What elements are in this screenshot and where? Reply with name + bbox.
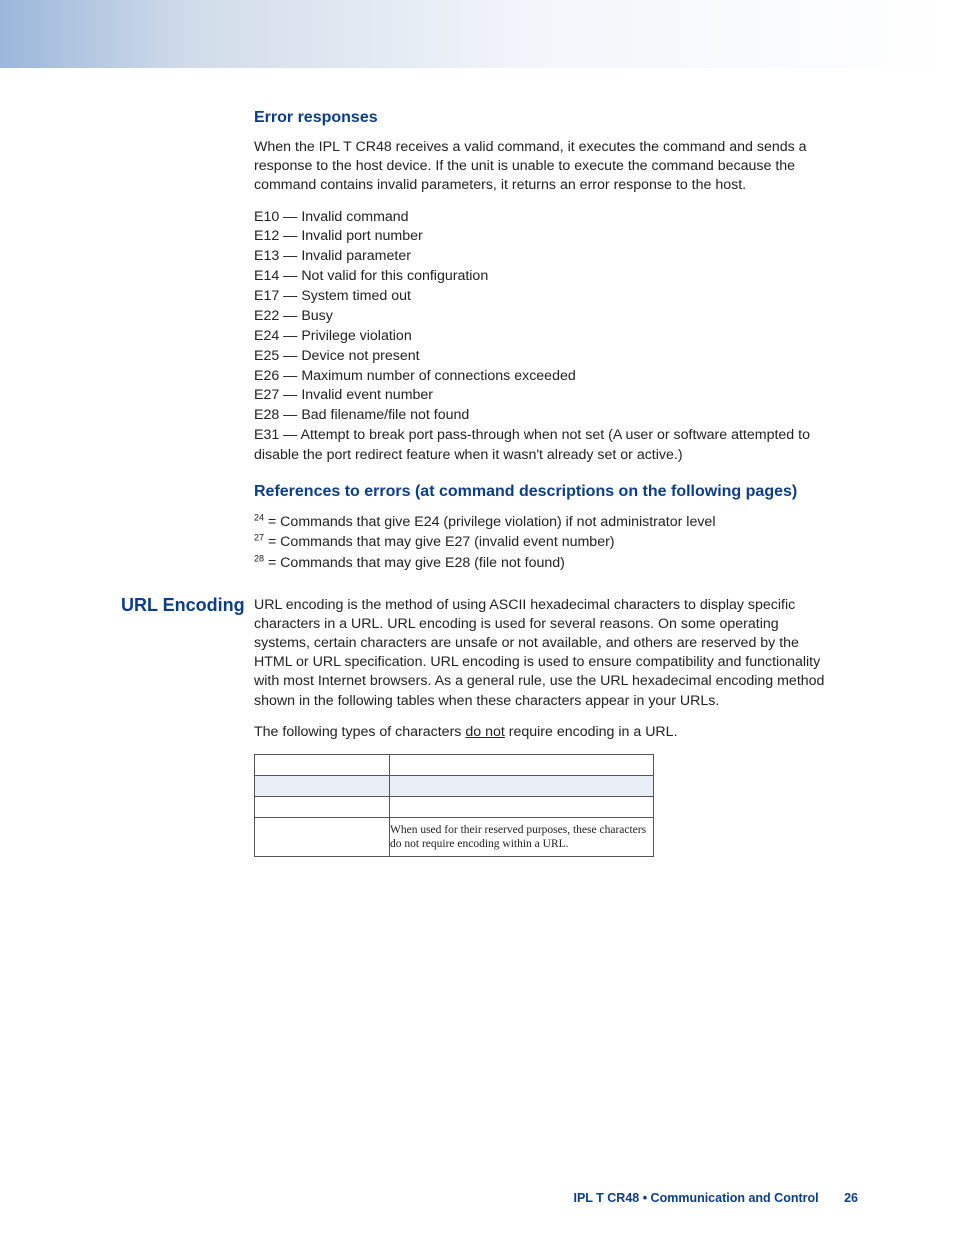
table-cell xyxy=(255,775,390,796)
table-cell xyxy=(255,817,390,856)
table-cell xyxy=(390,775,654,796)
error-item: E31 — Attempt to break port pass-through… xyxy=(254,426,836,466)
heading-error-responses: Error responses xyxy=(254,108,836,128)
page: Error responses When the IPL T CR48 rece… xyxy=(0,0,954,1235)
para-error-intro: When the IPL T CR48 receives a valid com… xyxy=(254,138,836,196)
error-item: E28 — Bad filename/file not found xyxy=(254,406,836,426)
footer-text: IPL T CR48 • Communication and Control xyxy=(573,1191,818,1205)
reference-sup: 28 xyxy=(254,553,264,563)
page-number: 26 xyxy=(844,1191,858,1205)
error-item: E26 — Maximum number of connections exce… xyxy=(254,367,836,387)
error-item: E12 — Invalid port number xyxy=(254,227,836,247)
table-cell xyxy=(255,796,390,817)
reference-sup: 27 xyxy=(254,533,264,543)
url-note-underline: do not xyxy=(465,724,504,740)
url-note-post: require encoding in a URL. xyxy=(505,724,678,740)
table-cell xyxy=(390,754,654,775)
para-url-intro: URL encoding is the method of using ASCI… xyxy=(254,596,836,711)
reference-item: 24 = Commands that give E24 (privilege v… xyxy=(254,512,836,533)
encoding-table: When used for their reserved purposes, t… xyxy=(254,754,654,857)
error-item: E25 — Device not present xyxy=(254,347,836,367)
table-cell xyxy=(255,754,390,775)
header-gradient-bar xyxy=(0,0,954,68)
table-cell xyxy=(390,796,654,817)
table-row xyxy=(255,796,654,817)
table-row xyxy=(255,775,654,796)
error-item: E24 — Privilege violation xyxy=(254,327,836,347)
reference-item: 28 = Commands that may give E28 (file no… xyxy=(254,553,836,574)
reference-text: = Commands that may give E27 (invalid ev… xyxy=(264,534,615,550)
url-note-pre: The following types of characters xyxy=(254,724,465,740)
reference-text: = Commands that may give E28 (file not f… xyxy=(264,555,565,571)
error-item: E17 — System timed out xyxy=(254,287,836,307)
footer: IPL T CR48 • Communication and Control 2… xyxy=(573,1191,858,1205)
heading-references: References to errors (at command descrip… xyxy=(254,482,836,502)
content-column: Error responses When the IPL T CR48 rece… xyxy=(254,108,836,857)
reference-item: 27 = Commands that may give E27 (invalid… xyxy=(254,532,836,553)
references-list: 24 = Commands that give E24 (privilege v… xyxy=(254,512,836,574)
table-row: When used for their reserved purposes, t… xyxy=(255,817,654,856)
table-row xyxy=(255,754,654,775)
error-item: E10 — Invalid command xyxy=(254,208,836,228)
url-encoding-section: URL encoding is the method of using ASCI… xyxy=(254,596,836,857)
heading-url-encoding: URL Encoding xyxy=(121,595,245,616)
para-url-note: The following types of characters do not… xyxy=(254,723,836,742)
table-note-cell: When used for their reserved purposes, t… xyxy=(390,817,654,856)
reference-sup: 24 xyxy=(254,512,264,522)
reference-text: = Commands that give E24 (privilege viol… xyxy=(264,514,715,530)
error-list: E10 — Invalid command E12 — Invalid port… xyxy=(254,208,836,466)
error-item: E22 — Busy xyxy=(254,307,836,327)
error-item: E27 — Invalid event number xyxy=(254,386,836,406)
error-item: E14 — Not valid for this configuration xyxy=(254,267,836,287)
error-item: E13 — Invalid parameter xyxy=(254,247,836,267)
